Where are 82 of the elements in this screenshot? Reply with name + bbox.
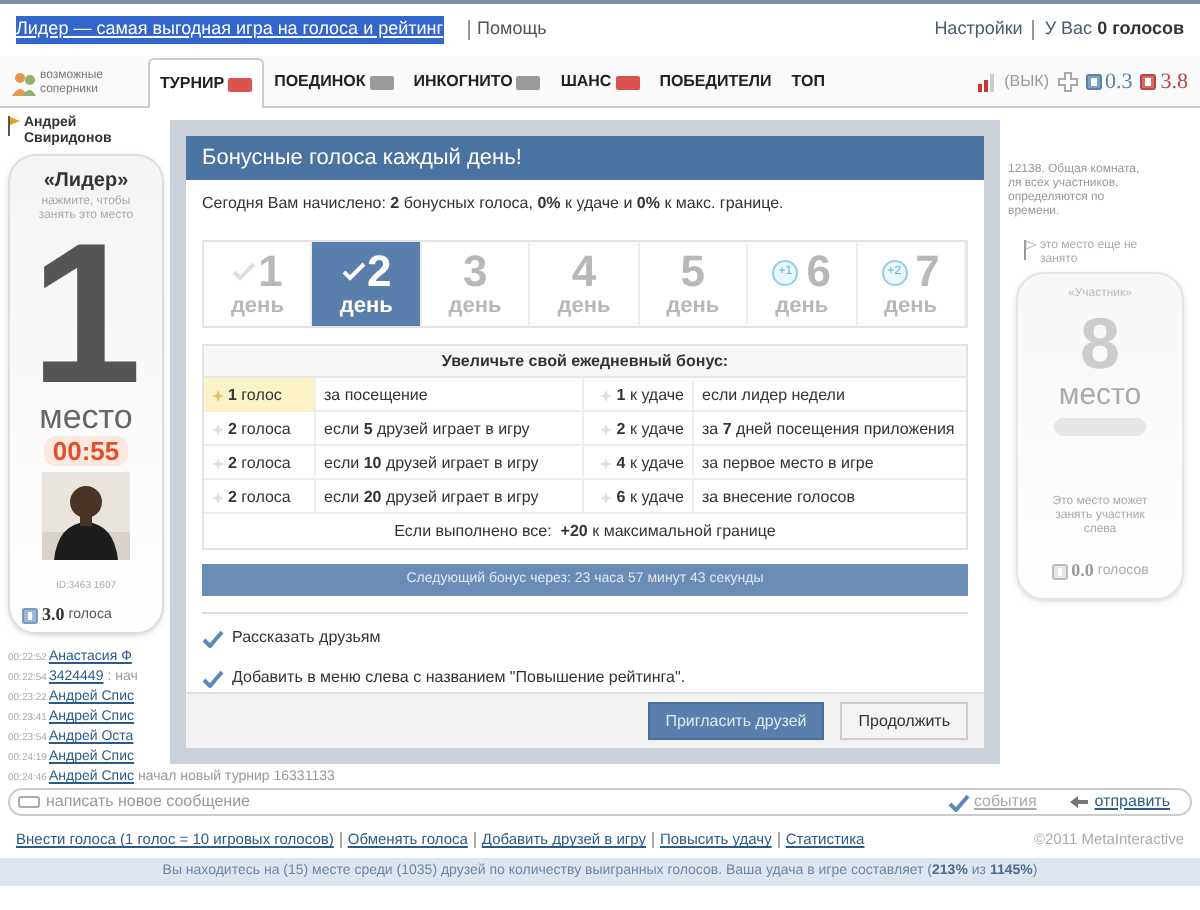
bonus-condition: за первое место в игре (700, 452, 876, 476)
title-link[interactable]: Лидер — самая выгодная игра на голоса и рейтинг (16, 16, 444, 44)
bonus-amount: 2 голоса (204, 412, 316, 446)
balance-icon (1085, 74, 1101, 90)
modal-title: Бонусные голоса каждый день! (186, 136, 984, 180)
bonus-amount: 2 голоса (204, 446, 316, 480)
settings-link[interactable]: Настройки (934, 16, 1023, 44)
nav-tab[interactable]: ПОЕДИНОК (264, 58, 404, 106)
day-label: день (666, 294, 720, 318)
day-number: 6 (806, 250, 831, 294)
check-icon (947, 793, 970, 811)
nav-tab[interactable]: ШАНС (550, 58, 650, 106)
bonus-amount: 2 голоса (204, 480, 316, 514)
send-link[interactable]: отправить (1070, 790, 1170, 814)
vote-count: 0.0 (1071, 558, 1094, 584)
option-checkbox[interactable]: Рассказать друзьям (202, 626, 968, 650)
bonus-amount: 1 голос (204, 378, 316, 412)
bonus-condition: если 10 друзей играет в игру (316, 446, 584, 480)
day-label: день (448, 294, 502, 318)
bonus-condition: за 7 дней посещения приложения (700, 418, 957, 442)
nav-tab[interactable]: ИНКОГНИТО (403, 58, 551, 106)
help-link[interactable]: Помощь (477, 16, 547, 44)
total-bonus-text: Если выполнено все: +20 к максимальной границе (392, 520, 778, 544)
place-label: место (39, 399, 133, 436)
day-label: день (775, 294, 829, 318)
nav-tab[interactable]: ТУРНИР (148, 58, 265, 108)
message-field[interactable]: написать новое сообщение события отправить (8, 788, 1192, 816)
send-icon (1070, 796, 1089, 808)
balance-icon (1140, 74, 1157, 90)
star-icon (212, 491, 224, 503)
bonus-amount: 6 к удаче (584, 480, 694, 514)
vote-icon (22, 607, 38, 624)
plus-icon (1057, 72, 1077, 92)
day-label: день (339, 294, 393, 318)
day-label: день (230, 294, 284, 318)
vote-icon (1051, 563, 1068, 580)
dialog-button[interactable]: Продолжить (840, 702, 968, 740)
flag-icon (1024, 240, 1036, 260)
signal-bars-icon (978, 73, 997, 91)
option-checkbox[interactable]: Добавить в меню слева с названием "Повышение рейтинга". (202, 666, 968, 690)
day-label: день (557, 294, 611, 318)
day-number: 7 (915, 250, 940, 294)
bonus-amount: 2 к удаче (584, 412, 694, 446)
bonus-condition: если лидер недели (700, 384, 847, 408)
place-number: 1 (30, 227, 142, 400)
check-icon (341, 262, 365, 282)
bonus-condition: если 20 друзей играет в игру (316, 480, 584, 514)
today-bonus-text: Сегодня Вам начислено: 2 бонусных голоса, 0% к удаче и 0% к макс. границе. (202, 192, 786, 216)
nav-tab[interactable]: ТОП (781, 58, 835, 106)
star-icon (212, 423, 224, 435)
star-icon (212, 389, 224, 401)
bonus-condition: за внесение голосов (700, 486, 857, 510)
countdown-timer: 00:55 (44, 435, 128, 466)
day-label: день (884, 294, 938, 318)
star-icon (600, 457, 613, 469)
table-title: Увеличьте свой ежедневный бонус: (204, 346, 966, 378)
vote-count: 3.0 (42, 602, 65, 629)
day-number: 5 (680, 250, 706, 294)
star-icon (600, 423, 613, 435)
place-label: место (1058, 380, 1142, 412)
day-number: 1 (258, 250, 283, 294)
day-number: 4 (571, 250, 597, 294)
star-icon (600, 389, 613, 401)
luck-balance: 3.8 (1160, 67, 1188, 98)
nav-tab[interactable]: ПОБЕДИТЕЛИ (649, 58, 782, 106)
star-icon (600, 491, 613, 503)
check-icon (202, 629, 224, 647)
bonus-condition: если 5 друзей играет в игру (316, 412, 584, 446)
check-icon (202, 669, 224, 687)
balance-text: У Вас 0 голосов (1044, 16, 1184, 43)
bonus-condition: за посещение (316, 378, 584, 412)
day-number: 2 (367, 250, 392, 294)
keyboard-icon (18, 796, 40, 808)
card-role: «Лидер» (43, 167, 129, 195)
bonus-amount: 1 к удаче (584, 378, 694, 412)
star-icon (212, 457, 224, 469)
flag-icon (8, 116, 20, 136)
check-icon (232, 262, 257, 282)
votes-balance: 0.3 (1105, 67, 1133, 98)
day-number: 3 (462, 250, 488, 294)
bonus-amount: 4 к удаче (584, 446, 694, 480)
people-icon (12, 72, 36, 96)
